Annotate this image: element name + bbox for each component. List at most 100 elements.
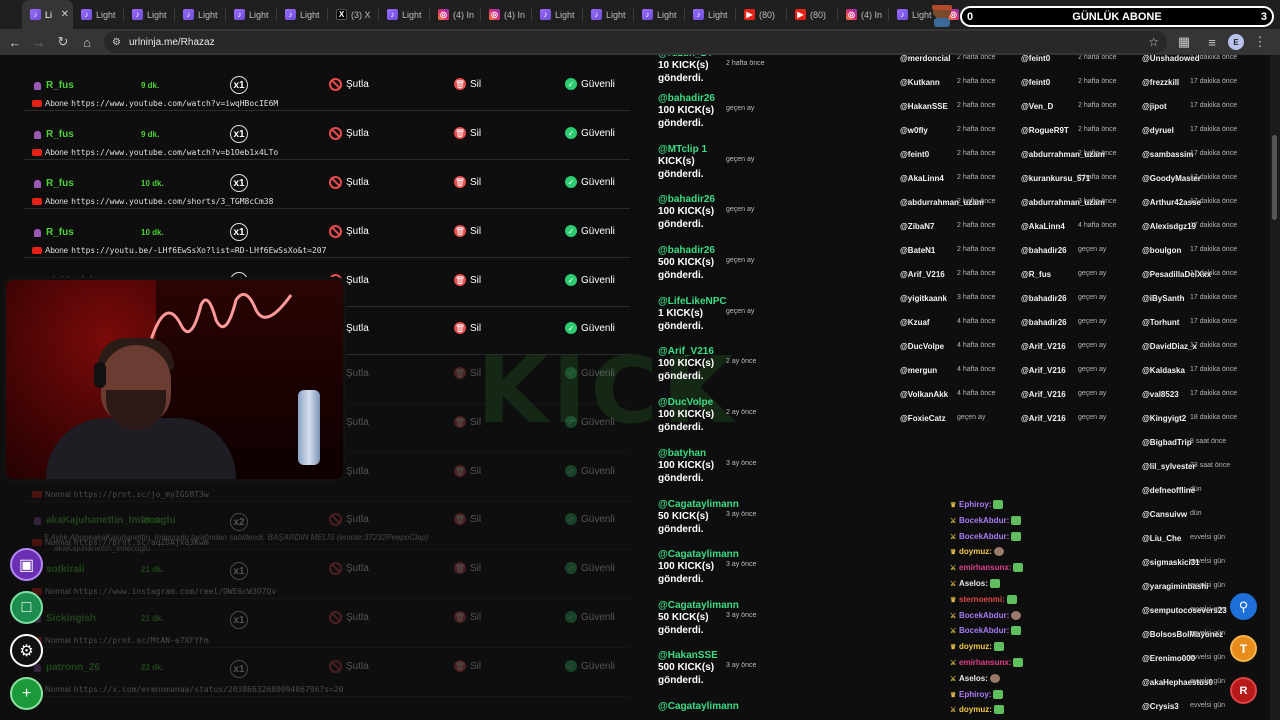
close-tab-icon[interactable]: ✕ bbox=[61, 9, 69, 20]
follower-name[interactable]: @bahadir26 bbox=[1021, 246, 1067, 255]
mark-safe-button[interactable]: ✓ Güvenli bbox=[565, 274, 615, 286]
follower-name[interactable]: @Cansuivw bbox=[1142, 510, 1187, 519]
mark-safe-button[interactable]: ✓ Güvenli bbox=[565, 176, 615, 188]
chat-username[interactable]: BocekAbdur: bbox=[959, 532, 1009, 541]
request-url[interactable]: https://www.youtube.com/watch?v=iwqHBocI… bbox=[71, 99, 278, 108]
gift-username[interactable]: @Cagataylimann bbox=[658, 499, 778, 510]
browser-tab[interactable]: X (3) X bbox=[328, 0, 379, 29]
request-url[interactable]: https://x.com/erenomanaa/status/20386632… bbox=[74, 685, 344, 694]
browser-tab[interactable]: ▶ (80) bbox=[736, 0, 787, 29]
follower-name[interactable]: @Kzuaf bbox=[900, 318, 930, 327]
chat-username[interactable]: BocekAbdur: bbox=[959, 516, 1009, 525]
reload-icon[interactable]: ↻ bbox=[51, 30, 75, 54]
mark-safe-button[interactable]: ✓ Güvenli bbox=[565, 611, 615, 623]
browser-tab[interactable]: ♪ Light bbox=[226, 0, 277, 29]
profile-avatar[interactable]: E bbox=[1228, 34, 1244, 50]
forward-arrow-icon[interactable]: → bbox=[27, 30, 51, 54]
follower-name[interactable]: @val8523 bbox=[1142, 390, 1179, 399]
follower-name[interactable]: @feint0 bbox=[1021, 78, 1050, 87]
extensions-icon[interactable]: ▦ bbox=[1172, 30, 1196, 54]
request-url[interactable]: https://prnt.sc/MtAN-e7XFYFm bbox=[74, 636, 209, 645]
skip-button[interactable]: Şutla bbox=[329, 562, 369, 575]
follower-name[interactable]: @iBySanth bbox=[1142, 294, 1184, 303]
request-url[interactable]: https://prnt.sc/jo_myIGSBT3w bbox=[74, 490, 209, 499]
skip-button[interactable]: Şutla bbox=[329, 611, 369, 624]
url-text[interactable]: urlninja.me/Rhazaz bbox=[129, 37, 215, 48]
follower-name[interactable]: @BateN1 bbox=[900, 246, 935, 255]
page-scrollbar[interactable] bbox=[1270, 55, 1280, 720]
browser-tab[interactable]: ♪ Light bbox=[277, 0, 328, 29]
delete-button[interactable]: 🗑 Sil bbox=[454, 465, 481, 477]
browser-tab[interactable]: ♪ Light bbox=[124, 0, 175, 29]
skip-button[interactable]: Şutla bbox=[329, 78, 369, 91]
chat-username[interactable]: Ephiroy: bbox=[959, 500, 991, 509]
gift-username[interactable]: @bahadir26 bbox=[658, 245, 778, 256]
request-link[interactable]: Normal https://prnt.sc/jo_myIGSBT3w bbox=[32, 490, 209, 499]
skip-button[interactable]: Şutla bbox=[329, 176, 369, 189]
gift-username[interactable]: @bahadir26 bbox=[658, 93, 778, 104]
delete-button[interactable]: 🗑 Sil bbox=[454, 611, 481, 623]
chat-username[interactable]: doymuz: bbox=[959, 547, 992, 556]
home-icon[interactable]: ⌂ bbox=[75, 30, 99, 54]
gift-username[interactable]: @batyhan bbox=[658, 448, 778, 459]
browser-tab[interactable]: ◎ (4) In bbox=[481, 0, 532, 29]
request-link[interactable]: Abone https://youtu.be/-LHf6EwSsXo?list=R… bbox=[32, 246, 326, 255]
request-url[interactable]: https://www.youtube.com/watch?v=b1Oeb1x4… bbox=[71, 148, 278, 157]
chat-username[interactable]: emirhansunx: bbox=[959, 658, 1011, 667]
follower-name[interactable]: @Arif_V216 bbox=[1021, 414, 1066, 423]
chat-username[interactable]: BocekAbdur: bbox=[959, 611, 1009, 620]
chat-username[interactable]: emirhansunx: bbox=[959, 563, 1011, 572]
follower-name[interactable]: @Arif_V216 bbox=[1021, 366, 1066, 375]
bookmark-star-icon[interactable]: ☆ bbox=[1148, 35, 1159, 49]
twitch-icon[interactable]: ▣ bbox=[10, 548, 43, 581]
follower-name[interactable]: @dyruel bbox=[1142, 126, 1174, 135]
browser-tab[interactable]: ◎ (4) In bbox=[838, 0, 889, 29]
browser-tab[interactable]: ♪ Light bbox=[379, 0, 430, 29]
delete-button[interactable]: 🗑 Sil bbox=[454, 416, 481, 428]
follower-name[interactable]: @sambassim bbox=[1142, 150, 1193, 159]
delete-button[interactable]: 🗑 Sil bbox=[454, 562, 481, 574]
follower-name[interactable]: @Alexisdgz19 bbox=[1142, 222, 1196, 231]
follower-name[interactable]: @DavidDiaz_x bbox=[1142, 342, 1197, 351]
gift-username[interactable]: @DucVolpe bbox=[658, 397, 778, 408]
browser-tab[interactable]: ♪ Light bbox=[73, 0, 124, 29]
gift-username[interactable]: @HakanSSE bbox=[658, 650, 778, 661]
follower-name[interactable]: @lil_sylvester bbox=[1142, 462, 1196, 471]
browser-tab[interactable]: ♪ Light bbox=[685, 0, 736, 29]
chat-username[interactable]: Aselos: bbox=[959, 579, 988, 588]
menu-kebab-icon[interactable]: ⋮ bbox=[1248, 30, 1272, 54]
mark-safe-button[interactable]: ✓ Güvenli bbox=[565, 225, 615, 237]
skip-button[interactable]: Şutla bbox=[329, 225, 369, 238]
gift-username[interactable]: @LifeLikeNPC bbox=[658, 296, 778, 307]
gift-username[interactable]: @bahadir26 bbox=[658, 194, 778, 205]
skip-button[interactable]: Şutla bbox=[329, 513, 369, 526]
follower-name[interactable]: @VolkanAkk bbox=[900, 390, 948, 399]
request-link[interactable]: Normal https://x.com/erenomanaa/status/20… bbox=[32, 685, 344, 694]
request-link[interactable]: Abone https://www.youtube.com/watch?v=iwq… bbox=[32, 99, 278, 108]
mark-safe-button[interactable]: ✓ Güvenli bbox=[565, 416, 615, 428]
settings-gear-icon[interactable]: ⚙ bbox=[10, 634, 43, 667]
follower-name[interactable]: @mergun bbox=[900, 366, 937, 375]
mark-safe-button[interactable]: ✓ Güvenli bbox=[565, 562, 615, 574]
back-arrow-icon[interactable]: ← bbox=[3, 30, 27, 54]
follower-name[interactable]: @Arif_V216 bbox=[900, 270, 945, 279]
delete-button[interactable]: 🗑 Sil bbox=[454, 660, 481, 672]
mark-safe-button[interactable]: ✓ Güvenli bbox=[565, 367, 615, 379]
mark-safe-button[interactable]: ✓ Güvenli bbox=[565, 660, 615, 672]
follower-name[interactable]: @BigbadTrip bbox=[1142, 438, 1192, 447]
chat-username[interactable]: BocekAbdur: bbox=[959, 626, 1009, 635]
delete-button[interactable]: 🗑 Sil bbox=[454, 176, 481, 188]
requester-name[interactable]: R_fus bbox=[34, 178, 74, 189]
gift-username[interactable]: @Arif_V216 bbox=[658, 346, 778, 357]
request-url[interactable]: https://youtu.be/-LHf6EwSsXo?list=RD-LHf… bbox=[71, 246, 326, 255]
delete-button[interactable]: 🗑 Sil bbox=[454, 367, 481, 379]
follower-name[interactable]: @Arif_V216 bbox=[1021, 342, 1066, 351]
follower-name[interactable]: @frezzkill bbox=[1142, 78, 1179, 87]
requester-name[interactable]: R_fus bbox=[34, 227, 74, 238]
follower-name[interactable]: @Kaldaska bbox=[1142, 366, 1185, 375]
requester-name[interactable]: R_fus bbox=[34, 80, 74, 91]
browser-tab[interactable]: ♪ Light bbox=[175, 0, 226, 29]
browser-tab[interactable]: ♪ Light bbox=[532, 0, 583, 29]
mark-safe-button[interactable]: ✓ Güvenli bbox=[565, 513, 615, 525]
kick-icon[interactable]: □ bbox=[10, 591, 43, 624]
